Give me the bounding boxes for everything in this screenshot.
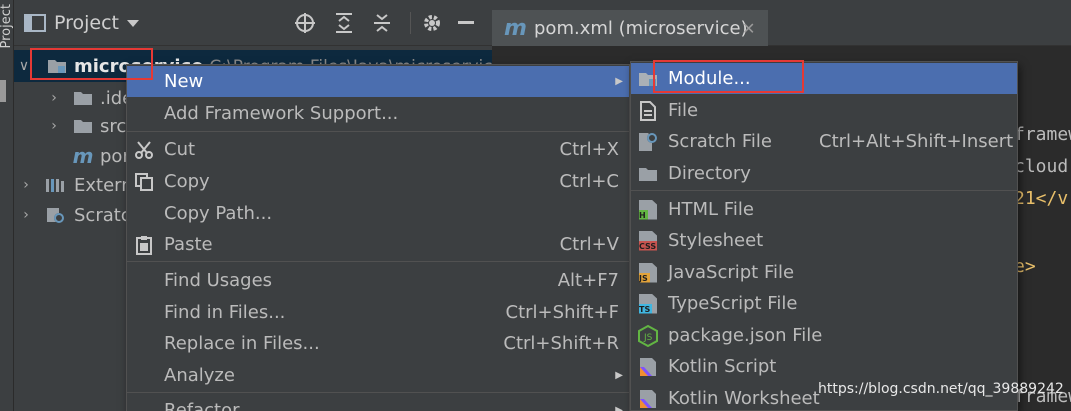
chevron-right-icon[interactable]: ›: [18, 169, 34, 201]
typescript-file-icon: TS: [637, 288, 659, 319]
scratches-icon: [44, 199, 66, 231]
locate-file-icon[interactable]: [294, 0, 316, 46]
menu-item-find-in-files[interactable]: Find in Files... Ctrl+Shift+F: [127, 297, 629, 328]
nodejs-icon: JS: [637, 320, 659, 351]
gear-icon[interactable]: [422, 0, 442, 46]
kotlin-icon: [637, 351, 659, 382]
header-divider: [410, 12, 411, 34]
submenu-item-scratch-file[interactable]: Scratch File Ctrl+Alt+Shift+Insert: [631, 126, 1017, 157]
submenu-arrow-icon: ▶: [615, 76, 623, 87]
tool-window-strip: Project: [0, 0, 14, 411]
editor-tab-title: pom.xml (microservice): [534, 17, 748, 39]
html-file-icon: H: [637, 194, 659, 225]
menu-separator: [127, 392, 629, 393]
submenu-item-typescript-file[interactable]: TS TypeScript File: [631, 288, 1017, 319]
menu-separator: [631, 190, 1017, 191]
chevron-right-icon[interactable]: ›: [18, 199, 34, 231]
module-folder-icon: [46, 50, 68, 82]
hide-panel-icon[interactable]: [458, 0, 474, 46]
tree-item-label: Scratc: [74, 204, 131, 226]
file-icon: [637, 95, 659, 126]
submenu-item-package-json-file[interactable]: JS package.json File: [631, 320, 1017, 351]
submenu-item-directory[interactable]: Directory: [631, 158, 1017, 189]
maven-icon: m: [504, 15, 527, 41]
project-tool-tab[interactable]: Project: [0, 4, 14, 48]
menu-item-replace-in-files[interactable]: Replace in Files... Ctrl+Shift+R: [127, 328, 629, 359]
maven-icon: m: [72, 144, 94, 168]
code-fragment: cloud: [1014, 156, 1069, 177]
submenu-item-stylesheet[interactable]: CSS Stylesheet: [631, 225, 1017, 256]
paste-icon: [133, 229, 155, 260]
submenu-item-kotlin-script[interactable]: Kotlin Script: [631, 351, 1017, 382]
menu-item-copy[interactable]: Copy Ctrl+C: [127, 166, 629, 197]
close-icon[interactable]: ✕: [742, 19, 755, 38]
svg-text:JS: JS: [643, 333, 653, 343]
menu-item-new[interactable]: New ▶: [127, 66, 629, 97]
chevron-right-icon[interactable]: ›: [46, 110, 62, 142]
submenu-item-html-file[interactable]: H HTML File: [631, 194, 1017, 225]
menu-item-cut[interactable]: Cut Ctrl+X: [127, 134, 629, 165]
submenu-item-file[interactable]: File: [631, 95, 1017, 126]
new-submenu: Module... File Scratch File Ctrl+Alt+Shi…: [630, 61, 1018, 411]
editor-tab-bar: m pom.xml (microservice) ✕: [492, 0, 1071, 46]
menu-item-refactor[interactable]: Refactor ▶: [127, 395, 629, 411]
libraries-icon: [44, 169, 66, 201]
kotlin-icon: [637, 383, 659, 411]
copy-icon: [133, 166, 155, 197]
menu-separator: [127, 131, 629, 132]
css-file-icon: CSS: [637, 225, 659, 256]
code-fragment: 21</v: [1014, 188, 1069, 209]
menu-item-copy-path[interactable]: Copy Path...: [127, 198, 629, 229]
view-dropdown-icon[interactable]: [126, 0, 140, 46]
watermark: https://blog.csdn.net/qq_39889242: [818, 381, 1064, 397]
project-panel-header: Project: [14, 0, 492, 46]
module-folder-icon: [637, 63, 659, 94]
tree-item-label: src: [100, 115, 127, 137]
submenu-item-module[interactable]: Module...: [631, 63, 1017, 94]
menu-item-paste[interactable]: Paste Ctrl+V: [127, 229, 629, 260]
menu-item-find-usages[interactable]: Find Usages Alt+F7: [127, 265, 629, 296]
chevron-down-icon[interactable]: ∨: [16, 50, 32, 82]
scissors-icon: [133, 134, 155, 165]
folder-icon: [637, 158, 659, 189]
menu-item-add-framework-support[interactable]: Add Framework Support...: [127, 98, 629, 129]
code-fragment: framew: [1014, 124, 1071, 145]
javascript-file-icon: JS: [637, 257, 659, 288]
project-view-icon: [24, 0, 46, 46]
context-menu: New ▶ Add Framework Support... Cut Ctrl+…: [126, 64, 630, 411]
submenu-item-javascript-file[interactable]: JS JavaScript File: [631, 257, 1017, 288]
project-view-title[interactable]: Project: [54, 12, 119, 34]
scratch-file-icon: [637, 126, 659, 157]
folder-icon: [72, 110, 94, 142]
expand-all-icon[interactable]: [334, 0, 354, 46]
tool-tab-marker: [0, 80, 6, 102]
menu-separator: [127, 261, 629, 262]
menu-item-analyze[interactable]: Analyze ▶: [127, 360, 629, 391]
editor-tab-pom[interactable]: m pom.xml (microservice) ✕: [492, 10, 768, 46]
submenu-arrow-icon: ▶: [615, 405, 623, 411]
collapse-all-icon[interactable]: [372, 0, 392, 46]
submenu-arrow-icon: ▶: [615, 370, 623, 381]
